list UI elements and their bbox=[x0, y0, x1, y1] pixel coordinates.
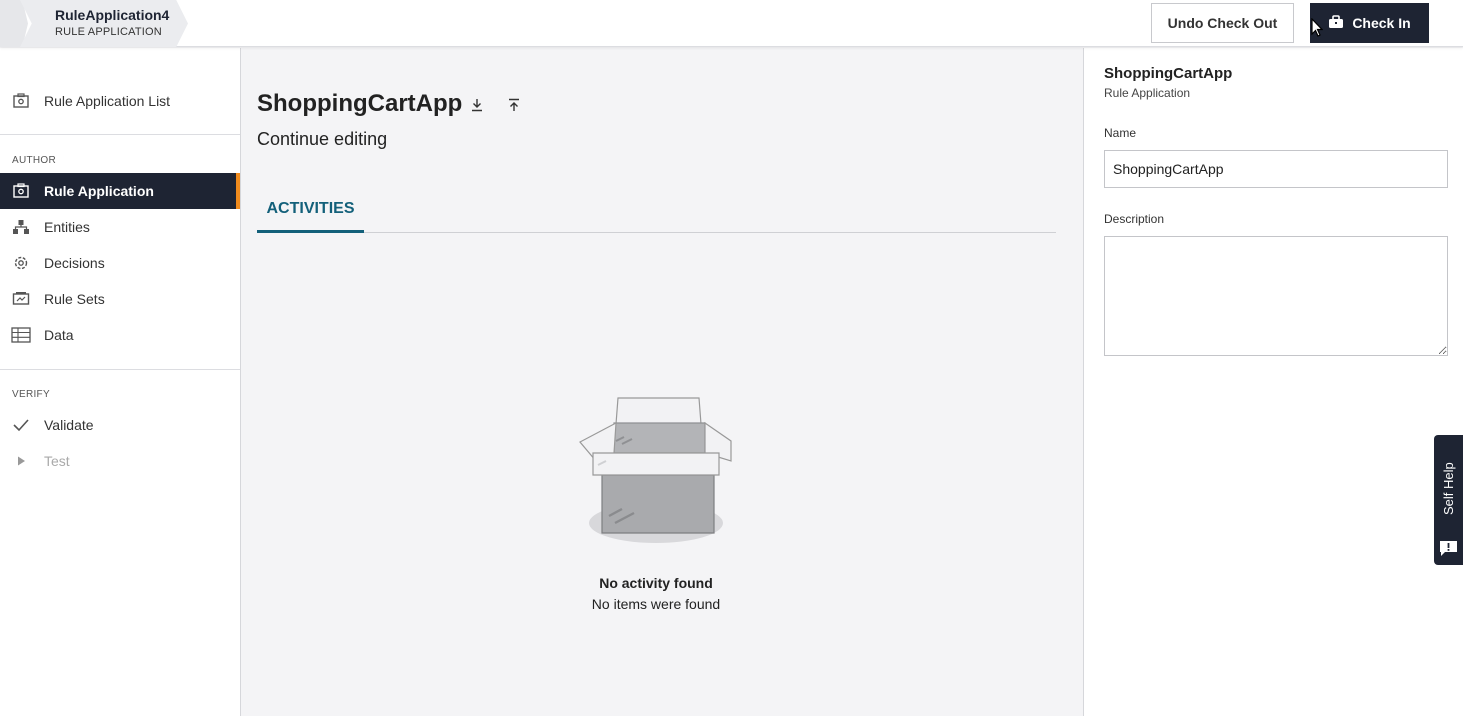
download-icon[interactable] bbox=[468, 96, 486, 114]
rule-app-list-icon bbox=[0, 93, 44, 109]
breadcrumb[interactable]: RuleApplication4 RULE APPLICATION bbox=[20, 0, 188, 47]
description-label: Description bbox=[1104, 212, 1165, 226]
undo-check-out-button[interactable]: Undo Check Out bbox=[1151, 3, 1294, 43]
check-in-button[interactable]: Check In bbox=[1310, 3, 1429, 43]
rule-sets-icon bbox=[0, 291, 44, 307]
mouse-cursor-icon bbox=[1311, 17, 1324, 43]
sidebar-item-rule-application-list[interactable]: Rule Application List bbox=[0, 83, 240, 119]
author-section-label: AUTHOR bbox=[12, 155, 57, 166]
entities-icon bbox=[0, 219, 44, 235]
sidebar-item-label: Decisions bbox=[44, 255, 105, 271]
description-field[interactable] bbox=[1104, 236, 1448, 356]
main-content: ShoppingCartApp Continue editing ACTIVIT… bbox=[241, 48, 1083, 716]
details-title: ShoppingCartApp bbox=[1104, 65, 1233, 82]
data-icon bbox=[0, 327, 44, 343]
sidebar-item-rule-sets[interactable]: Rule Sets bbox=[0, 281, 240, 317]
check-in-label: Check In bbox=[1352, 15, 1411, 31]
sidebar-item-rule-application[interactable]: Rule Application bbox=[0, 173, 240, 209]
divider bbox=[0, 369, 240, 370]
name-label: Name bbox=[1104, 126, 1137, 140]
sidebar-item-label: Entities bbox=[44, 219, 90, 235]
left-sidebar: Rule Application List AUTHOR Rule Applic… bbox=[0, 48, 241, 716]
verify-section-label: VERIFY bbox=[12, 389, 50, 400]
self-help-tab[interactable]: Self Help bbox=[1434, 435, 1463, 565]
tab-activities[interactable]: ACTIVITIES bbox=[257, 188, 364, 233]
sidebar-item-data[interactable]: Data bbox=[0, 317, 240, 353]
sidebar-item-label: Test bbox=[44, 453, 70, 469]
feedback-icon bbox=[1439, 540, 1458, 562]
check-icon bbox=[0, 418, 44, 432]
upload-icon[interactable] bbox=[505, 96, 523, 114]
sidebar-item-label: Rule Application List bbox=[44, 93, 171, 109]
briefcase-icon bbox=[1328, 14, 1344, 32]
empty-state-subtitle: No items were found bbox=[591, 596, 721, 612]
self-help-label: Self Help bbox=[1441, 462, 1456, 515]
rule-application-icon bbox=[0, 183, 44, 199]
sidebar-item-validate[interactable]: Validate bbox=[0, 407, 240, 443]
divider bbox=[0, 134, 240, 135]
details-subtitle: Rule Application bbox=[1104, 86, 1191, 100]
name-field[interactable] bbox=[1104, 150, 1448, 188]
breadcrumb-title: RuleApplication4 bbox=[55, 7, 170, 23]
decisions-icon bbox=[0, 255, 44, 271]
sidebar-item-decisions[interactable]: Decisions bbox=[0, 245, 240, 281]
sidebar-item-entities[interactable]: Entities bbox=[0, 209, 240, 245]
sidebar-item-label: Validate bbox=[44, 417, 94, 433]
sidebar-item-label: Rule Application bbox=[44, 183, 154, 199]
page-title: ShoppingCartApp bbox=[257, 90, 463, 117]
details-panel: ShoppingCartApp Rule Application Name De… bbox=[1083, 48, 1463, 716]
breadcrumb-subtitle: RULE APPLICATION bbox=[55, 26, 162, 38]
top-bar: RuleApplication4 RULE APPLICATION Undo C… bbox=[0, 0, 1463, 47]
empty-state-title: No activity found bbox=[599, 575, 713, 591]
empty-box-icon bbox=[579, 397, 732, 543]
sidebar-item-test[interactable]: Test bbox=[0, 443, 240, 479]
play-icon bbox=[0, 455, 44, 467]
tab-bar: ACTIVITIES bbox=[257, 188, 1056, 233]
sidebar-item-label: Rule Sets bbox=[44, 291, 105, 307]
page-subtitle: Continue editing bbox=[257, 129, 388, 149]
sidebar-item-label: Data bbox=[44, 327, 74, 343]
